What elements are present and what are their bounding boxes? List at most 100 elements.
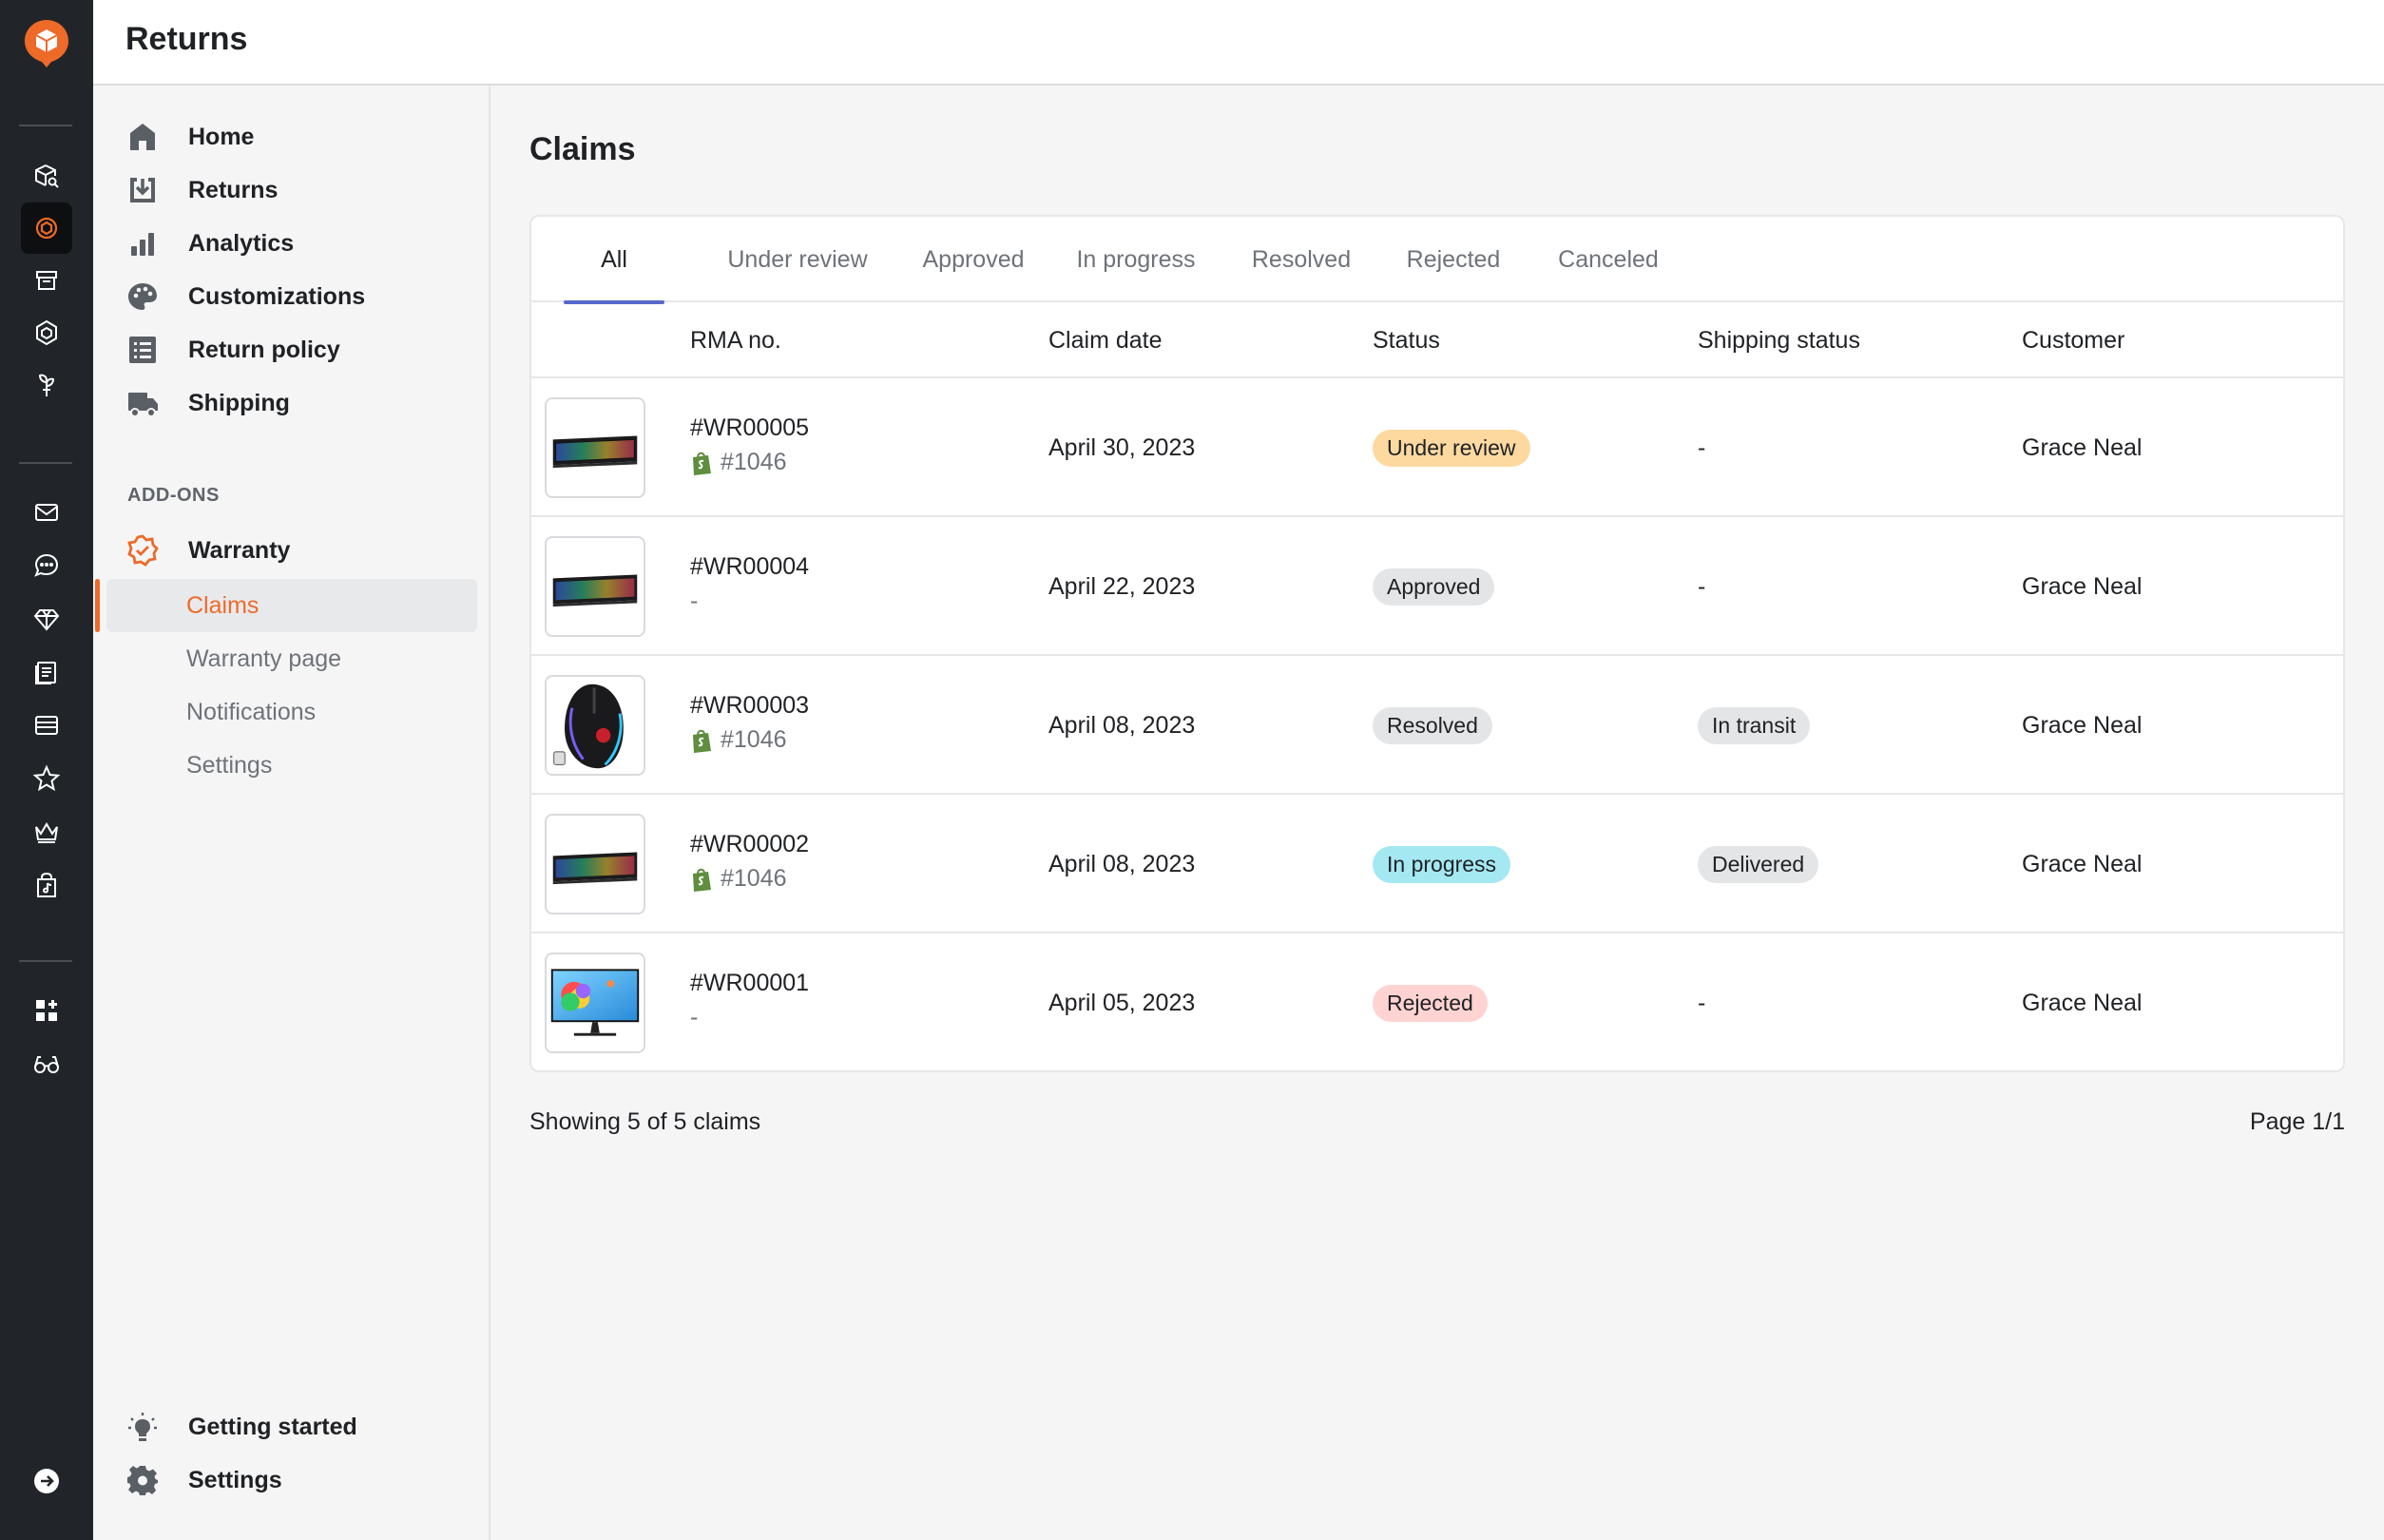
- plant-icon[interactable]: [21, 359, 72, 411]
- status-badge: Resolved: [1373, 706, 1492, 744]
- arrow-right-circle-icon[interactable]: [21, 1455, 72, 1507]
- diamond-icon[interactable]: [21, 593, 72, 645]
- top-bar: Returns: [93, 0, 2384, 86]
- sidebar-subitem-claims[interactable]: Claims: [106, 579, 477, 632]
- rma-number[interactable]: #WR00002: [690, 831, 809, 858]
- column-header-rma: RMA no.: [690, 326, 781, 354]
- sidebar-item-label: Returns: [188, 176, 279, 203]
- shipping-status: -: [1698, 572, 1706, 600]
- claim-date: April 22, 2023: [1048, 572, 1196, 600]
- column-header-claim-date: Claim date: [1048, 326, 1163, 354]
- customer-name: Grace Neal: [2022, 711, 2143, 739]
- document-list-icon[interactable]: [21, 646, 72, 698]
- sidebar-subitem-notifications[interactable]: Notifications: [106, 685, 477, 739]
- order-reference: #1046: [690, 726, 787, 754]
- customer-name: Grace Neal: [2022, 433, 2143, 461]
- returns-app-icon[interactable]: [21, 202, 72, 254]
- shopping-bag-icon[interactable]: [21, 859, 72, 911]
- sidebar-item-returns[interactable]: Returns: [125, 164, 278, 217]
- page-title: Claims: [529, 131, 636, 167]
- sidebar-item-return-policy[interactable]: Return policy: [125, 323, 340, 376]
- page-indicator: Page 1/1: [2249, 1108, 2345, 1135]
- keyboard-image: [552, 852, 638, 885]
- table-row[interactable]: #WR00003 #1046 April 08, 2023 Resolved I…: [531, 656, 2343, 795]
- rma-number[interactable]: #WR00001: [690, 970, 809, 997]
- customer-name: Grace Neal: [2022, 989, 2143, 1016]
- table-row[interactable]: #WR00004 - April 22, 2023 Approved - Gra…: [531, 517, 2343, 656]
- lightbulb-icon: [125, 1410, 160, 1444]
- shipping-status: -: [1698, 433, 1706, 461]
- mail-icon[interactable]: [21, 487, 72, 538]
- tab-rejected[interactable]: Rejected: [1387, 217, 1520, 302]
- sidebar-subitem-settings[interactable]: Settings: [106, 739, 477, 792]
- product-thumbnail: [545, 953, 645, 1053]
- rail-divider: [19, 960, 72, 962]
- app-logo-icon[interactable]: [21, 17, 72, 68]
- tab-canceled[interactable]: Canceled: [1537, 217, 1680, 302]
- customer-name: Grace Neal: [2022, 572, 2143, 600]
- sidebar-item-label: Shipping: [188, 389, 290, 416]
- sidebar-item-shipping[interactable]: Shipping: [125, 376, 290, 430]
- status-badge: In progress: [1373, 845, 1511, 883]
- chat-bubble-icon[interactable]: [21, 540, 72, 591]
- table-row[interactable]: #WR00005 #1046 April 30, 2023 Under revi…: [531, 378, 2343, 517]
- rma-number[interactable]: #WR00005: [690, 414, 809, 442]
- tab-all[interactable]: All: [564, 217, 664, 304]
- glasses-icon[interactable]: [21, 1038, 72, 1089]
- product-thumbnail: [545, 536, 645, 637]
- shopify-bag-icon: [693, 868, 711, 892]
- status-badge: Rejected: [1373, 984, 1488, 1022]
- tab-under-review[interactable]: Under review: [702, 217, 893, 302]
- product-thumbnail: [545, 675, 645, 776]
- order-reference: #1046: [690, 449, 787, 476]
- sidebar-subitem-warranty-page[interactable]: Warranty page: [106, 632, 477, 685]
- sidebar-item-home[interactable]: Home: [125, 110, 254, 164]
- sidebar-item-label: Home: [188, 123, 255, 150]
- sidebar-item-warranty[interactable]: Warranty: [125, 524, 290, 577]
- results-count: Showing 5 of 5 claims: [529, 1108, 761, 1135]
- keyboard-image: [552, 435, 638, 469]
- shield-hex-icon[interactable]: [21, 307, 72, 358]
- crown-icon[interactable]: [21, 806, 72, 857]
- rma-number[interactable]: #WR00004: [690, 553, 809, 581]
- browser-window-icon[interactable]: [21, 700, 72, 751]
- monitor-image: [550, 969, 640, 1036]
- table-row[interactable]: #WR00002 #1046 April 08, 2023 In progres…: [531, 795, 2343, 934]
- product-thumbnail: [545, 397, 645, 498]
- claim-date: April 08, 2023: [1048, 850, 1196, 877]
- rma-number[interactable]: #WR00003: [690, 692, 809, 720]
- mouse-image: [553, 683, 624, 769]
- bar-chart-icon: [125, 226, 160, 260]
- tab-resolved[interactable]: Resolved: [1235, 217, 1368, 302]
- status-badge: Under review: [1373, 429, 1530, 467]
- app-rail: [0, 0, 93, 1540]
- claim-date: April 08, 2023: [1048, 711, 1196, 739]
- order-number: -: [690, 1004, 699, 1030]
- customer-name: Grace Neal: [2022, 850, 2143, 877]
- status-badge: Approved: [1373, 568, 1495, 606]
- sidebar-item-getting-started[interactable]: Getting started: [125, 1400, 357, 1453]
- sidebar-item-label: Return policy: [188, 336, 340, 363]
- sidebar-item-settings[interactable]: Settings: [125, 1453, 282, 1507]
- order-number: #1046: [721, 865, 787, 892]
- apps-add-icon[interactable]: [21, 985, 72, 1036]
- order-reference: #1046: [690, 865, 787, 893]
- column-header-customer: Customer: [2022, 326, 2125, 354]
- table-row[interactable]: #WR00001 - April 05, 2023 Rejected - Gra…: [531, 934, 2343, 1070]
- star-icon[interactable]: [21, 753, 72, 804]
- claims-card: All Under review Approved In progress Re…: [529, 215, 2345, 1072]
- sidebar-item-analytics[interactable]: Analytics: [125, 217, 294, 270]
- tab-in-progress[interactable]: In progress: [1060, 217, 1212, 302]
- sidebar: Home Returns Analytics Customizations Re…: [93, 86, 490, 1540]
- package-search-icon[interactable]: [21, 150, 72, 202]
- sidebar-item-label: Analytics: [188, 229, 295, 257]
- shopify-bag-icon: [693, 729, 711, 753]
- tab-approved[interactable]: Approved: [902, 217, 1045, 302]
- claim-date: April 05, 2023: [1048, 989, 1196, 1016]
- archive-box-icon[interactable]: [21, 255, 72, 306]
- sidebar-item-customizations[interactable]: Customizations: [125, 270, 365, 323]
- shipping-status-badge: In transit: [1698, 706, 1811, 744]
- order-number: #1046: [721, 449, 787, 475]
- inbox-download-icon: [125, 173, 160, 207]
- claim-date: April 30, 2023: [1048, 433, 1196, 461]
